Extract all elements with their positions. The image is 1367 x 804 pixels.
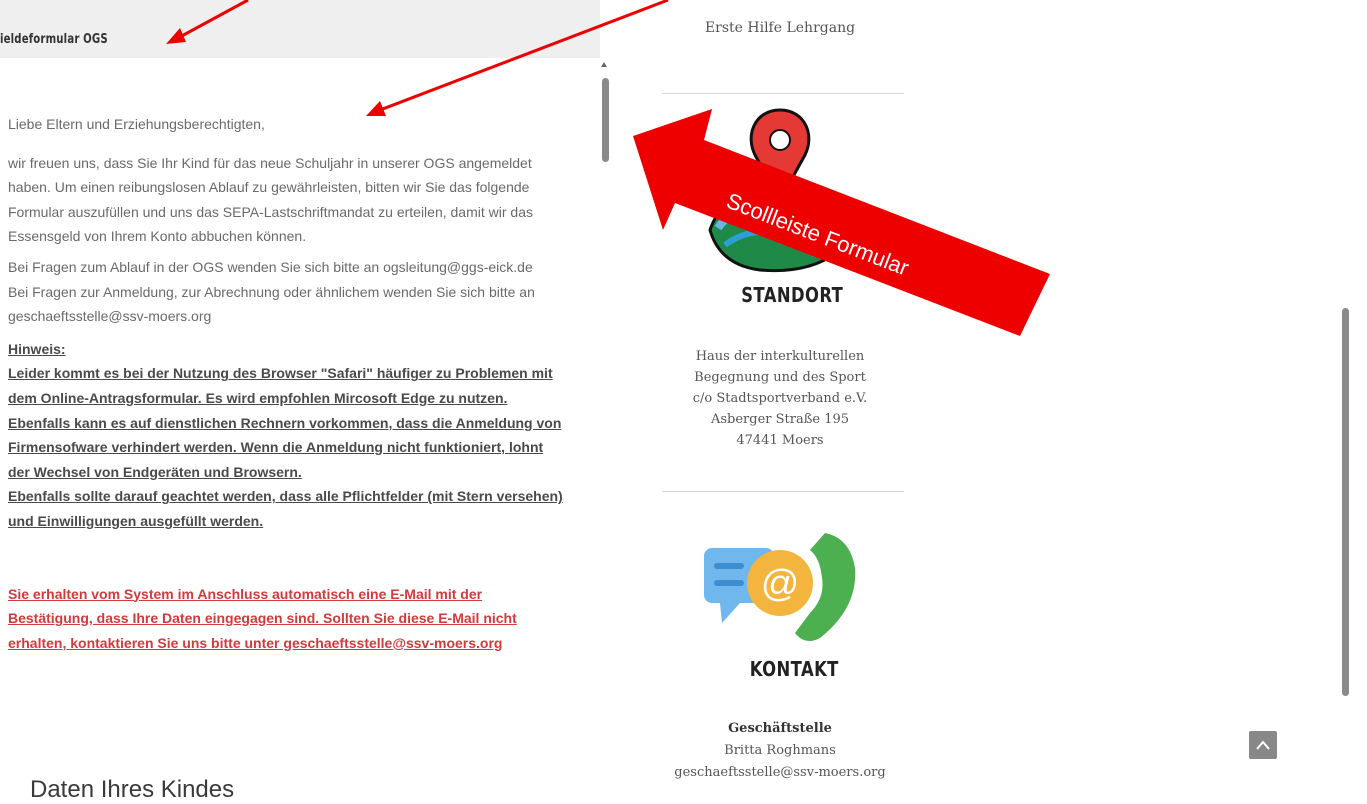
salutation-text: Liebe Eltern und Erziehungsberechtigten,	[8, 116, 265, 132]
page-scrollbar-track[interactable]	[1331, 0, 1367, 804]
kontakt-label: KONTAKT	[749, 657, 839, 681]
sidebar-divider	[662, 491, 904, 492]
contact-heading: Geschäftstelle	[728, 721, 832, 736]
form-intro: Liebe Eltern und Erziehungsberechtigten,…	[8, 112, 568, 661]
contact-name: Britta Roghmans	[724, 743, 836, 758]
address-line: Haus der interkulturellen	[695, 349, 865, 364]
chat-phone-icon: @	[704, 533, 856, 642]
form-iframe[interactable]: Liebe Eltern und Erziehungsberechtigten,…	[0, 58, 615, 804]
hint-label: Hinweis:	[8, 340, 66, 357]
contact-block: Geschäftstelle Britta Roghmans geschaeft…	[630, 718, 930, 784]
form-scrollbar-thumb[interactable]	[602, 78, 609, 162]
course-title: Erste Hilfe Lehrgang	[704, 20, 856, 36]
address-block: Haus der interkulturellen Begegnung und …	[630, 346, 930, 451]
confirmation-notice: Sie erhalten vom System im Anschluss aut…	[8, 585, 517, 651]
form-scroll-up-arrow[interactable]	[601, 62, 607, 67]
back-to-top-button[interactable]	[1249, 731, 1277, 759]
hint-text-required: Ebenfalls sollte darauf geachtet werden,…	[8, 488, 563, 529]
section-heading-child-data: Daten Ihres Kindes	[30, 776, 235, 803]
ogs-contact-text: Bei Fragen zum Ablauf in der OGS wenden …	[8, 258, 533, 275]
chevron-up-icon	[1256, 740, 1270, 750]
address-line: Asberger Straße 195	[710, 412, 850, 427]
svg-text:@: @	[761, 563, 800, 605]
registration-contact-text: Bei Fragen zur Anmeldung, zur Abrechnung…	[8, 283, 535, 325]
form-title: ieldeformular OGS	[0, 32, 108, 47]
sidebar-divider	[662, 93, 904, 94]
address-line: 47441 Moers	[736, 433, 824, 448]
page-scrollbar-thumb[interactable]	[1342, 308, 1349, 696]
standort-label: STANDORT	[741, 283, 844, 307]
contact-email[interactable]: geschaeftsstelle@ssv-moers.org	[630, 762, 930, 784]
intro-text: wir freuen uns, dass Sie Ihr Kind für da…	[8, 154, 533, 245]
form-title-bar: ieldeformular OGS	[0, 0, 600, 58]
address-line: c/o Stadtsportverband e.V.	[692, 391, 868, 406]
address-line: Begegnung und des Sport	[694, 370, 866, 385]
hint-text: Leider kommt es bei der Nutzung des Brow…	[8, 365, 562, 480]
